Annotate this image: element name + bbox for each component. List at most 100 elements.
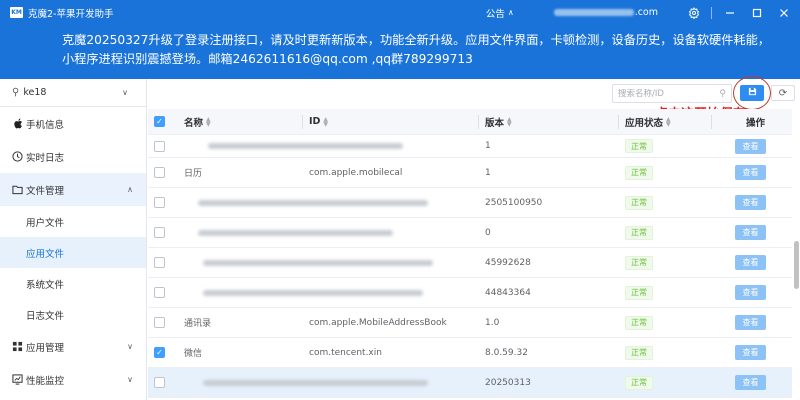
title-bar: KM 克魔2-苹果开发助手 公告 ∧ .com [0, 0, 800, 25]
view-button[interactable]: 查看 [735, 248, 766, 277]
row-checkbox[interactable] [154, 368, 165, 397]
sidebar-item-label: 文件管理 [26, 185, 65, 197]
row-checkbox[interactable] [154, 188, 165, 217]
row-checkbox[interactable] [154, 218, 165, 247]
minimize-icon[interactable] [716, 0, 743, 25]
status-badge: 正常 [625, 188, 653, 217]
row-checkbox[interactable] [154, 278, 165, 307]
log-icon [12, 151, 23, 162]
apple-icon [12, 118, 23, 129]
sidebar-item-performance[interactable]: 性能监控 ∨ [0, 363, 146, 396]
id-cell: com.tencent.xin [309, 347, 382, 358]
view-button[interactable]: 查看 [735, 218, 766, 247]
redacted-app-name [208, 143, 403, 149]
sidebar-item-label: 手机信息 [26, 119, 65, 131]
search-box[interactable]: ⚲ [612, 84, 732, 103]
version-cell: 2505100950 [485, 197, 543, 208]
table-row[interactable]: 1 正常 查看 [148, 135, 792, 158]
column-header-id[interactable]: ID ▲ ▼ [309, 109, 328, 134]
table-row[interactable]: 45992628 正常 查看 [148, 248, 792, 278]
window-title: 克魔2-苹果开发助手 [28, 8, 114, 20]
table-row[interactable]: 44843364 正常 查看 [148, 278, 792, 308]
sidebar-subitem-user-files[interactable]: 用户文件 [0, 206, 146, 237]
settings-icon[interactable] [680, 0, 707, 25]
sidebar-item-label: 应用管理 [26, 342, 65, 354]
account-domain: .com [634, 7, 658, 18]
search-icon: ⚲ [719, 88, 726, 99]
version-cell: 0 [485, 227, 491, 238]
notice-label: 公告 [485, 8, 505, 20]
performance-icon [12, 374, 23, 385]
close-icon[interactable] [770, 0, 797, 25]
row-checkbox[interactable] [154, 248, 165, 277]
sort-icon: ▲ ▼ [206, 115, 211, 128]
table-scrollbar[interactable] [792, 109, 800, 400]
name-cell: 日历 [184, 169, 203, 179]
chevron-up-icon: ∧ [507, 8, 514, 17]
view-button[interactable]: 查看 [735, 278, 766, 307]
select-all-checkbox[interactable]: ✓ [154, 109, 165, 134]
status-badge: 正常 [625, 308, 653, 337]
chevron-down-icon: ∨ [122, 88, 128, 97]
row-checkbox[interactable] [154, 308, 165, 337]
view-button[interactable]: 查看 [735, 338, 766, 367]
status-badge: 正常 [625, 135, 653, 157]
sidebar-subitem-system-files[interactable]: 系统文件 [0, 268, 146, 299]
scrollbar-thumb[interactable] [794, 241, 799, 289]
row-checkbox[interactable] [154, 135, 165, 157]
redacted-app-info [198, 218, 393, 247]
column-divider [618, 115, 619, 129]
view-button[interactable]: 查看 [735, 135, 766, 157]
view-button[interactable]: 查看 [735, 308, 766, 337]
table-row[interactable]: 日历 com.apple.mobilecal 1 正常 查看 [148, 158, 792, 188]
table-row[interactable]: 20250313 正常 查看 [148, 368, 792, 398]
sort-icon: ▲ ▼ [507, 115, 512, 128]
column-divider [478, 115, 479, 129]
chevron-up-icon: ∧ [127, 185, 133, 194]
row-checkbox[interactable] [154, 158, 165, 187]
sidebar-item-realtime-log[interactable]: 实时日志 [0, 140, 146, 173]
chevron-down-icon: ∨ [127, 342, 133, 351]
column-header-status[interactable]: 应用状态 ▲ ▼ [625, 109, 671, 134]
status-badge: 正常 [625, 368, 653, 397]
version-cell: 1 [485, 141, 491, 151]
status-badge: 正常 [625, 338, 653, 367]
status-badge: 正常 [625, 278, 653, 307]
account-email-redacted [553, 9, 634, 16]
sidebar-subitem-log-files[interactable]: 日志文件 [0, 299, 146, 330]
name-cell: 通讯录 [184, 319, 212, 329]
sidebar-item-phone-info[interactable]: 手机信息 [0, 107, 146, 140]
redacted-app-info [203, 278, 423, 307]
row-checkbox[interactable]: ✓ [154, 338, 165, 367]
table-row[interactable]: 通讯录 com.apple.MobileAddressBook 1.0 正常 查… [148, 308, 792, 338]
name-cell: 微信 [184, 349, 203, 359]
table-row[interactable]: ✓ 微信 com.tencent.xin 8.0.59.32 正常 查看 [148, 338, 792, 368]
table-row[interactable]: 2505100950 正常 查看 [148, 188, 792, 218]
sidebar-subitem-app-files[interactable]: 应用文件 [0, 237, 146, 268]
sidebar-item-file-management[interactable]: 文件管理 ∧ [0, 173, 146, 206]
search-input[interactable] [618, 88, 713, 99]
toolbar: ⚲ ⟳ 点击这开始保存 [148, 76, 800, 122]
column-divider [711, 115, 712, 129]
refresh-button[interactable]: ⟳ [771, 85, 795, 101]
sidebar-item-app-management[interactable]: 应用管理 ∨ [0, 330, 146, 363]
version-cell: 1 [485, 167, 491, 178]
version-cell: 45992628 [485, 257, 531, 268]
maximize-icon[interactable] [743, 0, 770, 25]
notice-button[interactable]: 公告 ∧ [486, 6, 514, 20]
announcement-banner: 克魔20250327升级了登录注册接口，请及时更新新版本，功能全新升级。应用文件… [0, 25, 800, 79]
table-row[interactable]: 0 正常 查看 [148, 218, 792, 248]
column-header-name[interactable]: 名称 ▲ ▼ [184, 109, 211, 134]
usb-icon: ⚲ [12, 87, 20, 98]
sidebar-item-label: 实时日志 [26, 152, 65, 164]
column-header-version[interactable]: 版本 ▲ ▼ [485, 109, 512, 134]
id-cell: com.apple.mobilecal [309, 167, 403, 178]
view-button[interactable]: 查看 [735, 368, 766, 397]
refresh-icon: ⟳ [778, 87, 788, 99]
device-selector[interactable]: ⚲ ke18 ∨ [0, 79, 146, 107]
view-button[interactable]: 查看 [735, 188, 766, 217]
version-cell: 44843364 [485, 287, 531, 298]
view-button[interactable]: 查看 [735, 158, 766, 187]
version-cell: 8.0.59.32 [485, 347, 528, 358]
column-divider [302, 115, 303, 129]
